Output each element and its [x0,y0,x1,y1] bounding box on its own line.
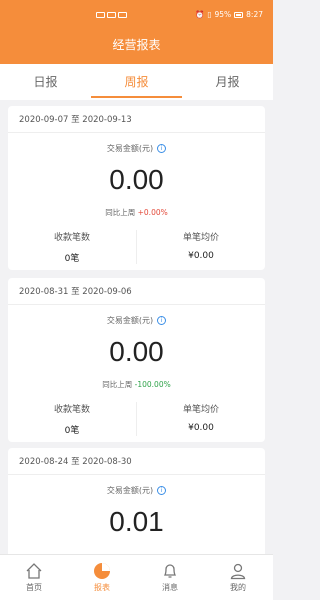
nav-profile[interactable]: 我的 [204,555,272,600]
nav-label: 报表 [94,583,110,592]
sim-icon [96,12,105,18]
compare-line: 同比上周 -100.00% [8,379,265,390]
nav-report[interactable]: 报表 [68,555,136,600]
avg-value: ¥0.00 [188,423,214,433]
amount-label-text: 交易金额(元) [106,486,154,495]
count-value: 0笔 [64,254,80,264]
tab-daily[interactable]: 日报 [0,64,91,100]
count-value: 0笔 [64,426,80,436]
status-bar: ⏰ ▯ 95% 8:27 [0,0,273,26]
amount-value: 0.00 [109,336,164,367]
compare-prefix: 同比上周 [102,380,133,389]
amount-label-text: 交易金额(元) [106,316,154,325]
nav-label: 我的 [230,583,246,592]
tab-monthly[interactable]: 月报 [182,64,273,100]
compare-value: -100.00% [134,380,171,389]
count-label: 收款笔数 [53,233,90,243]
nav-label: 消息 [162,583,178,592]
user-icon [230,563,246,580]
bell-icon [163,564,177,578]
status-left-icons [96,12,127,18]
divider [8,132,265,133]
report-list[interactable]: 2020-09-07 至 2020-09-13 交易金额(元) i 0.00 同比… [0,104,273,554]
count-stat: 收款笔数 0笔 [8,402,136,436]
bottom-nav: 首页 报表 消息 我的 [0,554,273,600]
signal-icon [107,12,116,18]
date-range: 2020-08-31 至 2020-09-06 [19,287,132,297]
nav-home[interactable]: 首页 [0,555,68,600]
date-range: 2020-09-07 至 2020-09-13 [19,115,132,125]
amount-value: 0.00 [109,164,164,195]
count-label: 收款笔数 [53,405,90,415]
info-icon[interactable]: i [157,316,167,325]
wifi-icon [118,12,127,18]
avg-stat: 单笔均价 ¥0.00 [137,230,265,261]
amount-value: 0.01 [109,506,164,537]
compare-line: 同比上周 +0.00% [8,207,265,218]
clock: 8:27 [246,10,263,19]
amount-label: 交易金额(元) i [8,315,265,326]
divider [8,304,265,305]
period-tabs: 日报 周报 月报 [0,64,273,100]
page-title: 经营报表 [0,26,273,64]
nav-messages[interactable]: 消息 [136,555,204,600]
home-icon [26,563,42,579]
vibrate-icon: ▯ [207,10,212,19]
report-card: 2020-09-07 至 2020-09-13 交易金额(元) i 0.00 同比… [8,106,265,270]
avg-label: 单笔均价 [182,405,219,415]
info-icon[interactable]: i [157,486,167,495]
active-tab-indicator [91,96,182,98]
tab-weekly[interactable]: 周报 [91,64,182,100]
nav-label: 首页 [26,583,42,592]
amount-label: 交易金额(元) i [8,485,265,496]
amount-label-text: 交易金额(元) [106,144,154,153]
divider [8,474,265,475]
compare-value: +0.00% [137,208,168,217]
count-stat: 收款笔数 0笔 [8,230,136,264]
battery-icon [234,11,244,18]
report-card: 2020-08-31 至 2020-09-06 交易金额(元) i 0.00 同比… [8,278,265,442]
status-right: ⏰ ▯ 95% 8:27 [195,10,263,19]
amount-label: 交易金额(元) i [8,143,265,154]
avg-value: ¥0.00 [188,251,214,261]
info-icon[interactable]: i [157,144,167,153]
report-card: 2020-08-24 至 2020-08-30 交易金额(元) i 0.01 [8,448,265,554]
date-range: 2020-08-24 至 2020-08-30 [19,457,132,467]
battery-percent: 95% [214,10,232,19]
avg-label: 单笔均价 [182,233,219,243]
compare-prefix: 同比上周 [105,208,136,217]
report-pie-icon [94,563,110,579]
alarm-icon: ⏰ [195,10,205,19]
avg-stat: 单笔均价 ¥0.00 [137,402,265,433]
